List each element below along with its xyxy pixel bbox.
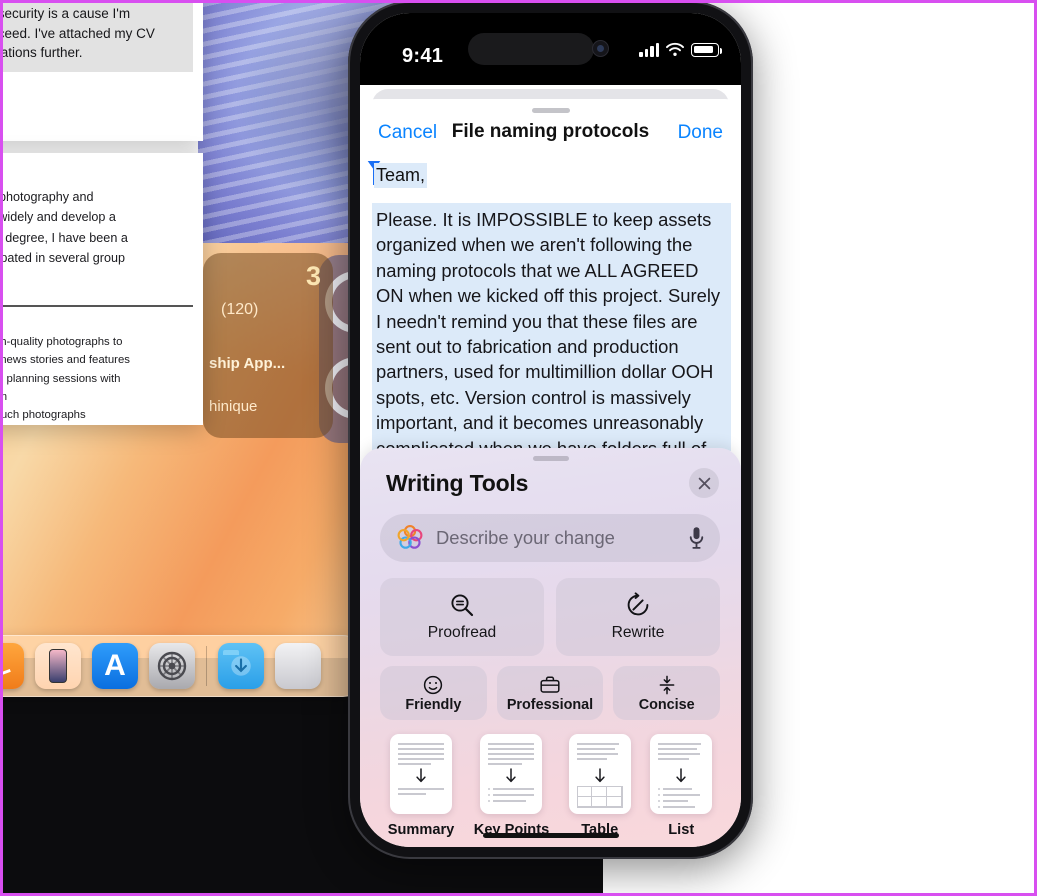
mail-line-1: l security is a cause I'm (3, 6, 131, 21)
briefcase-icon (540, 676, 560, 693)
close-icon (698, 477, 710, 489)
sheet-navbar: Cancel File naming protocols Done (360, 99, 741, 161)
front-camera-icon (592, 40, 609, 57)
app-store-glyph: A (104, 649, 126, 682)
status-time: 9:41 (402, 45, 444, 67)
cv-divider (3, 304, 193, 307)
dock-icon-notes[interactable] (3, 643, 24, 689)
writing-tools-grabber[interactable] (532, 456, 569, 461)
microphone-icon[interactable] (689, 526, 704, 550)
rewrite-button[interactable]: Rewrite (556, 578, 720, 656)
table-button[interactable]: Table (568, 734, 631, 838)
document-table-icon (568, 734, 631, 814)
summary-label: Summary (387, 822, 455, 838)
dock-separator (206, 646, 207, 686)
screenshot-frame: 3 (120) ship App... hinique A l security… (0, 0, 1037, 896)
background-cv-document[interactable]: of photography and al widely and develop… (3, 153, 203, 425)
dock-icon-trash[interactable] (275, 643, 321, 689)
smiley-face-icon (424, 675, 443, 695)
status-bar: 9:41 (360, 13, 741, 85)
search-input-placeholder: Describe your change (436, 527, 615, 548)
iphone-screen: 9:41 Cancel File naming protocols Done T… (360, 13, 741, 847)
format-actions-row: Summary Key Points Table List (378, 734, 722, 838)
tone-actions-row: Friendly Professional Concise (380, 666, 721, 720)
gear-icon (157, 651, 187, 681)
compress-vertical-icon (659, 675, 675, 695)
download-arrow-icon (231, 656, 251, 676)
concise-button[interactable]: Concise (613, 666, 721, 720)
note-body[interactable]: Team, Please. It is IMPOSSIBLE to keep a… (360, 161, 741, 451)
macos-dock[interactable]: A (3, 635, 363, 697)
mail-widget-sender: hinique (209, 398, 258, 415)
wifi-icon (666, 42, 684, 56)
dock-icon-iphone-mirroring[interactable] (35, 643, 81, 689)
friendly-button[interactable]: Friendly (380, 666, 487, 720)
battery-icon (691, 43, 722, 57)
proofread-label: Proofread (427, 624, 497, 641)
signal-bars-icon (639, 42, 659, 57)
document-list-icon (650, 734, 713, 814)
background-mail-document[interactable]: l security is a cause I'm cceed. I've at… (3, 3, 203, 141)
cv-paragraph-2: high-quality photographs to ny news stor… (3, 335, 130, 422)
writing-tools-title: Writing Tools (386, 470, 529, 496)
primary-actions-row: Proofread Rewrite (380, 578, 720, 656)
dynamic-island (468, 33, 594, 65)
down-arrow-icon (595, 768, 605, 783)
professional-label: Professional (506, 697, 594, 713)
list-button[interactable]: List (650, 734, 713, 838)
summary-button[interactable]: Summary (387, 734, 455, 838)
rewrite-label: Rewrite (611, 624, 665, 641)
rewrite-circle-arrow-icon (627, 592, 649, 616)
friendly-label: Friendly (405, 697, 462, 713)
down-arrow-icon (416, 768, 426, 783)
iphone-glyph (49, 649, 67, 683)
dock-icon-downloads-folder[interactable] (218, 643, 264, 689)
concise-label: Concise (638, 697, 695, 713)
home-indicator[interactable] (482, 833, 619, 838)
mail-line-3: ications further. (3, 45, 83, 61)
mail-widget-subject: ship App... (209, 355, 286, 372)
magnifier-equals-icon (451, 594, 474, 617)
apple-intelligence-icon (397, 525, 423, 549)
note-paragraph: Please. It is IMPOSSIBLE to keep assets … (372, 203, 731, 451)
down-arrow-icon (676, 768, 686, 783)
close-button[interactable] (689, 468, 719, 498)
note-greeting: Team, (374, 163, 428, 188)
sheet-grabber[interactable] (531, 108, 570, 113)
dock-icon-app-store[interactable]: A (92, 643, 138, 689)
proofread-button[interactable]: Proofread (380, 578, 544, 656)
done-button[interactable]: Done (678, 122, 723, 144)
professional-button[interactable]: Professional (496, 666, 604, 720)
document-summary-icon (390, 734, 452, 814)
mail-highlighted-text: l security is a cause I'm cceed. I've at… (3, 3, 193, 72)
describe-change-field[interactable]: Describe your change (380, 514, 720, 562)
list-label: List (668, 822, 695, 838)
writing-tools-panel: Writing Tools Describe your change Proof… (360, 448, 741, 847)
key-points-button[interactable]: Key Points (474, 734, 549, 838)
down-arrow-icon (506, 768, 517, 783)
mail-widget-count: 3 (305, 261, 321, 291)
cv-paragraph-1: of photography and al widely and develop… (3, 190, 128, 266)
mail-widget[interactable]: 3 (120) ship App... hinique (203, 253, 333, 438)
mail-line-2: cceed. I've attached my CV (3, 25, 155, 41)
status-indicators (639, 42, 722, 57)
document-keypoints-icon (480, 734, 543, 814)
iphone-device: 9:41 Cancel File naming protocols Done T… (348, 3, 753, 859)
mail-widget-parenthetical: (120) (221, 301, 259, 318)
dock-icon-system-settings[interactable] (149, 643, 195, 689)
